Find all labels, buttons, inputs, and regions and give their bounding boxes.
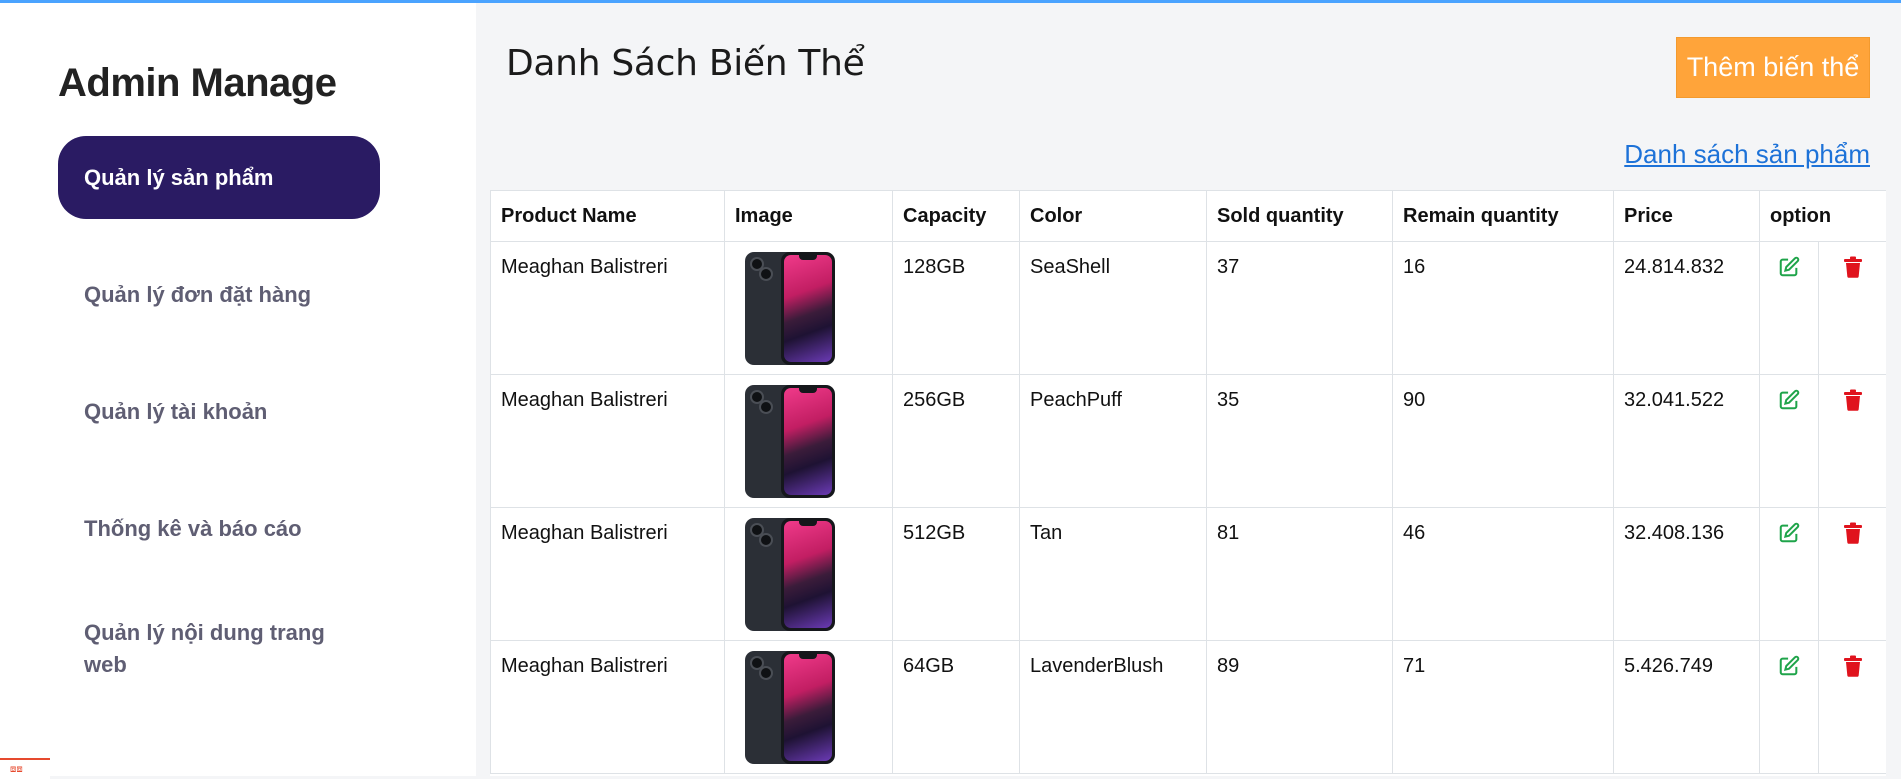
cell-color: LavenderBlush [1019,640,1207,774]
sidebar: Admin Manage Quản lý sản phẩm Quản lý đơ… [0,3,476,779]
trash-icon[interactable] [1841,389,1865,413]
product-list-link[interactable]: Danh sách sản phẩm [1624,139,1870,170]
sidebar-nav: Quản lý sản phẩm Quản lý đơn đặt hàng Qu… [58,136,380,728]
sidebar-item-reports[interactable]: Thống kê và báo cáo [58,487,380,570]
brand-title: Admin Manage [58,61,337,105]
phone-image [745,651,835,764]
cell-capacity: 128GB [892,241,1020,375]
table-row: Meaghan Balistreri 512GB Tan 81 46 32.40… [490,507,1886,641]
cell-sold-quantity: 89 [1206,640,1393,774]
cell-product-name: Meaghan Balistreri [490,374,725,508]
column-header: Product Name [490,190,725,242]
cell-price: 24.814.832 [1613,241,1760,375]
cell-product-name: Meaghan Balistreri [490,507,725,641]
cell-edit [1759,507,1819,641]
add-variant-button[interactable]: Thêm biến thể [1676,37,1870,98]
column-header: option [1759,190,1886,242]
sidebar-item-orders[interactable]: Quản lý đơn đặt hàng [58,253,380,336]
main-content: Danh Sách Biến Thể Thêm biến thể Danh sá… [476,3,1901,776]
cell-capacity: 256GB [892,374,1020,508]
trash-icon[interactable] [1841,522,1865,546]
column-header: Sold quantity [1206,190,1393,242]
cell-color: PeachPuff [1019,374,1207,508]
edit-icon[interactable] [1777,655,1801,679]
table-row: Meaghan Balistreri 256GB PeachPuff 35 90… [490,374,1886,508]
table-row: Meaghan Balistreri 128GB SeaShell 37 16 … [490,241,1886,375]
trash-icon[interactable] [1841,655,1865,679]
cell-image [724,241,893,375]
cell-color: Tan [1019,507,1207,641]
column-header: Color [1019,190,1207,242]
cell-product-name: Meaghan Balistreri [490,241,725,375]
cell-product-name: Meaghan Balistreri [490,640,725,774]
cell-edit [1759,374,1819,508]
cube-icon: ⧈⧈ [10,764,23,775]
sidebar-item-products[interactable]: Quản lý sản phẩm [58,136,380,219]
phone-image [745,252,835,365]
cell-sold-quantity: 35 [1206,374,1393,508]
column-header: Image [724,190,893,242]
cell-image [724,640,893,774]
cell-remain-quantity: 90 [1392,374,1614,508]
column-header: Remain quantity [1392,190,1614,242]
cell-remain-quantity: 16 [1392,241,1614,375]
cell-delete [1818,374,1886,508]
cell-delete [1818,241,1886,375]
variants-table-container: Product Name Image Capacity Color Sold q… [490,190,1886,776]
cell-capacity: 64GB [892,640,1020,774]
cell-color: SeaShell [1019,241,1207,375]
cell-edit [1759,640,1819,774]
column-header: Capacity [892,190,1020,242]
trash-icon[interactable] [1841,256,1865,280]
cell-price: 32.041.522 [1613,374,1760,508]
sidebar-item-accounts[interactable]: Quản lý tài khoản [58,370,380,453]
table-header-row: Product Name Image Capacity Color Sold q… [490,190,1886,242]
cell-remain-quantity: 71 [1392,640,1614,774]
edit-icon[interactable] [1777,389,1801,413]
page-title: Danh Sách Biến Thể [506,43,865,84]
cell-delete [1818,507,1886,641]
cell-delete [1818,640,1886,774]
table-row: Meaghan Balistreri 64GB LavenderBlush 89… [490,640,1886,774]
cell-remain-quantity: 46 [1392,507,1614,641]
cell-image [724,374,893,508]
variants-table: Product Name Image Capacity Color Sold q… [490,190,1886,774]
edit-icon[interactable] [1777,256,1801,280]
cell-edit [1759,241,1819,375]
cell-price: 32.408.136 [1613,507,1760,641]
cell-image [724,507,893,641]
cell-sold-quantity: 81 [1206,507,1393,641]
edit-icon[interactable] [1777,522,1801,546]
cell-price: 5.426.749 [1613,640,1760,774]
cell-capacity: 512GB [892,507,1020,641]
column-header: Price [1613,190,1760,242]
phone-image [745,385,835,498]
sidebar-item-content[interactable]: Quản lý nội dung trang web [58,604,380,694]
phone-image [745,518,835,631]
cell-sold-quantity: 37 [1206,241,1393,375]
